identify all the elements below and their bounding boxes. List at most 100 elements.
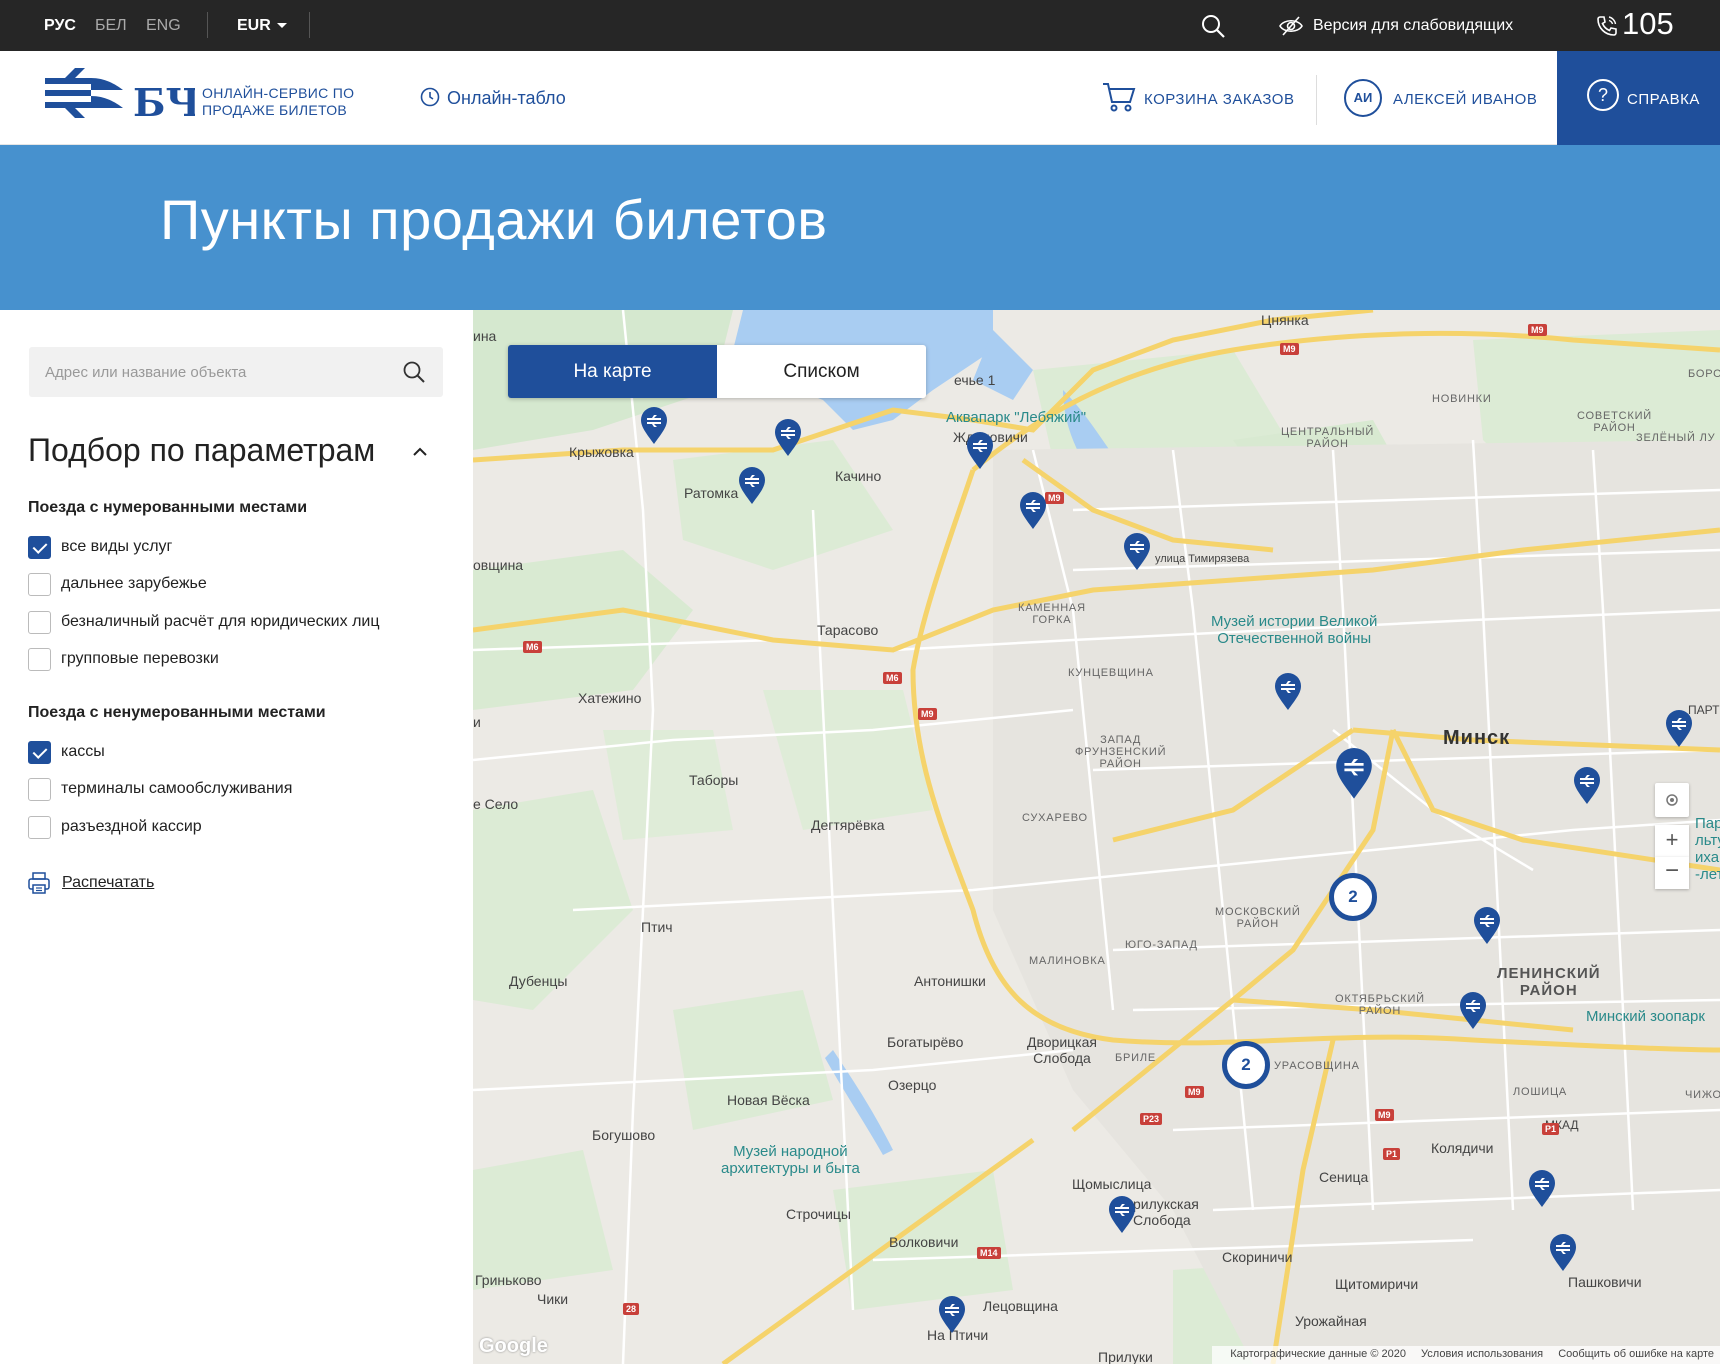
ticket-office-pin[interactable] — [738, 467, 766, 505]
checkbox[interactable] — [28, 610, 51, 634]
phone-icon — [1597, 16, 1617, 36]
checkbox[interactable] — [28, 647, 51, 671]
place-name: Слобода — [1033, 1050, 1091, 1066]
print-link[interactable]: Распечатать — [62, 874, 154, 892]
map-label: Богушово — [592, 1127, 656, 1143]
road-shield: M6 — [883, 672, 902, 684]
hotline-number[interactable]: 105 — [1622, 6, 1674, 42]
report-error-link[interactable]: Сообщить об ошибке на карте — [1558, 1348, 1714, 1360]
road-shield: M9 — [1375, 1109, 1394, 1121]
ticket-office-pin[interactable] — [1549, 1234, 1577, 1272]
bch-logo[interactable]: БЧ — [45, 68, 195, 130]
map-label: Дубенцы — [509, 973, 568, 989]
poi-name: -лет — [1695, 866, 1720, 883]
option-ticket-offices[interactable]: кассы — [28, 740, 105, 764]
option-far-abroad[interactable]: дальнее зарубежье — [28, 572, 207, 596]
ticket-office-pin[interactable] — [1459, 992, 1487, 1030]
divider — [309, 12, 310, 38]
ticket-office-pin[interactable] — [1665, 710, 1693, 748]
checkbox[interactable] — [28, 572, 51, 596]
logo-caption-line1: ОНЛАЙН-СЕРВИС ПО — [202, 85, 355, 101]
option-travel-cashier[interactable]: разъездной кассир — [28, 815, 202, 839]
road-shield: M9 — [1528, 324, 1547, 336]
map-district-label: КУНЦЕВЩИНА — [1068, 667, 1154, 679]
map-poi-label: Аквапарк "Лебяжий" — [946, 409, 1087, 426]
map-poi-label: Минский зоопарк — [1586, 1008, 1705, 1025]
road-shield: P1 — [1383, 1148, 1401, 1160]
online-board-link[interactable]: Онлайн-табло — [447, 88, 566, 109]
zoom-in-button[interactable]: + — [1655, 825, 1689, 857]
option-label: разъездной кассир — [61, 818, 202, 835]
google-logo: Google — [479, 1335, 548, 1357]
ticket-office-pin[interactable] — [1108, 1196, 1136, 1234]
list-view-button[interactable]: Списком — [717, 345, 926, 398]
poi-name: Отечественной войны — [1217, 630, 1372, 647]
checkbox[interactable] — [28, 777, 51, 801]
map-cluster[interactable]: 2 — [1329, 873, 1377, 921]
place-name: рилукская — [1133, 1196, 1199, 1212]
search-icon[interactable] — [1200, 13, 1226, 39]
district-suffix: РАЙОН — [1519, 982, 1578, 999]
map-label: Волковичи — [889, 1234, 959, 1250]
ticket-office-pin[interactable] — [1473, 907, 1501, 945]
checkbox[interactable] — [28, 740, 51, 764]
option-group-travel[interactable]: групповые перевозки — [28, 647, 219, 671]
page-title: Пункты продажи билетов — [160, 188, 828, 251]
question-icon: ? — [1587, 79, 1619, 111]
zoom-out-button[interactable]: − — [1655, 857, 1689, 889]
district-suffix: РАЙОН — [1358, 1005, 1402, 1017]
ticket-office-pin[interactable] — [1019, 492, 1047, 530]
ticket-office-pin[interactable] — [774, 419, 802, 457]
checkbox[interactable] — [28, 535, 51, 559]
cart-icon — [1103, 83, 1136, 112]
option-all-services[interactable]: все виды услуг — [28, 535, 172, 559]
help-label: СПРАВКА — [1627, 91, 1700, 108]
printer-icon[interactable] — [28, 872, 50, 894]
chevron-down-icon — [276, 23, 287, 29]
map-label: Щитомиричи — [1335, 1276, 1419, 1292]
map-view[interactable]: Цнянка ина Крыжовка Ратомка Качино ечье … — [473, 310, 1720, 1364]
map-poi-label: Парльтуриха и-лет — [1695, 815, 1720, 883]
option-cashless[interactable]: безналичный расчёт для юридических лиц — [28, 610, 380, 634]
map-label: Птич — [641, 919, 673, 935]
map-label: Крыжовка — [569, 444, 634, 460]
ticket-office-pin[interactable] — [1123, 533, 1151, 571]
lang-bel[interactable]: БЕЛ — [95, 17, 127, 35]
ticket-office-pin[interactable] — [966, 432, 994, 470]
poi-name: иха и — [1695, 849, 1720, 866]
search-input[interactable] — [45, 360, 385, 384]
ticket-office-pin-selected[interactable] — [1334, 748, 1374, 800]
map-district-label: МОСКОВСКИЙ РАЙОН — [1215, 906, 1301, 930]
road-shield: M14 — [977, 1247, 1001, 1259]
map-cluster[interactable]: 2 — [1222, 1041, 1270, 1089]
accessibility-link[interactable]: Версия для слабовидящих — [1313, 17, 1513, 35]
cart-link[interactable]: КОРЗИНА ЗАКАЗОВ — [1144, 91, 1294, 108]
ticket-office-pin[interactable] — [1528, 1170, 1556, 1208]
lang-rus[interactable]: РУС — [44, 17, 76, 35]
ticket-office-pin[interactable] — [938, 1296, 966, 1334]
avatar[interactable]: АИ — [1344, 79, 1382, 117]
district-suffix: РАЙОН — [1236, 918, 1279, 930]
lang-eng[interactable]: ENG — [146, 17, 181, 35]
site-header: БЧ ОНЛАЙН-СЕРВИС ПО ПРОДАЖЕ БИЛЕТОВ Онла… — [0, 51, 1720, 145]
district-name: ЛЕНИНСКИЙ — [1497, 965, 1601, 982]
ticket-office-pin[interactable] — [1573, 767, 1601, 805]
map-city-label: Минск — [1443, 727, 1511, 749]
map-view-button[interactable]: На карте — [508, 345, 717, 398]
ticket-office-pin[interactable] — [1274, 673, 1302, 711]
option-terminals[interactable]: терминалы самообслуживания — [28, 777, 292, 801]
user-name-link[interactable]: АЛЕКСЕЙ ИВАНОВ — [1393, 91, 1537, 108]
checkbox[interactable] — [28, 815, 51, 839]
help-button[interactable]: ? СПРАВКА — [1557, 51, 1720, 145]
chevron-up-icon[interactable] — [413, 446, 427, 456]
my-location-button[interactable] — [1655, 783, 1689, 817]
search-icon[interactable] — [402, 360, 426, 384]
map-district-label: ЛЕНИНСКИЙ РАЙОН — [1497, 965, 1601, 999]
map-street-label: улица Тимирязева — [1155, 553, 1250, 565]
ticket-office-pin[interactable] — [640, 407, 668, 445]
map-district-label: БРИЛЕ — [1115, 1052, 1157, 1064]
map-label: и — [473, 714, 481, 730]
terms-link[interactable]: Условия использования — [1421, 1348, 1543, 1360]
map-district-label: ЗЕЛЁНЫЙ ЛУ — [1636, 432, 1716, 444]
currency-select[interactable]: EUR — [237, 17, 287, 35]
